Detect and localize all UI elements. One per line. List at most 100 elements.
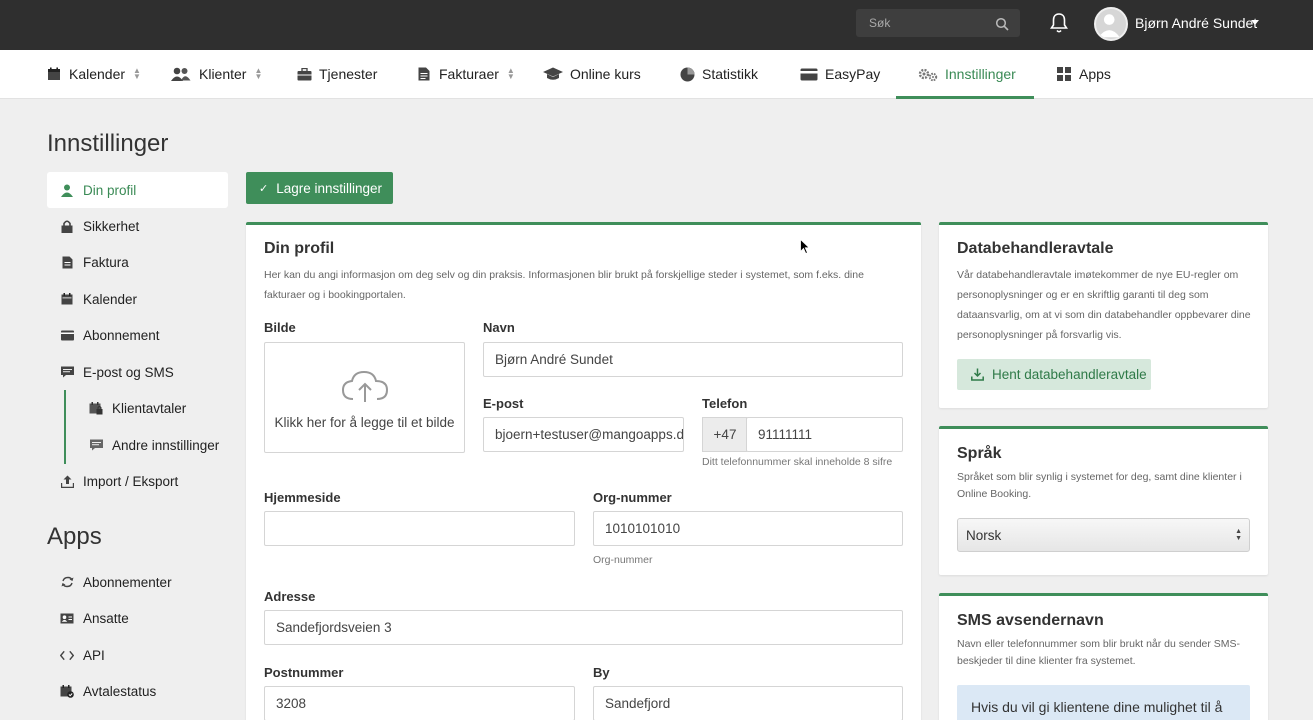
select-arrows-icon: ▲ ▼: [1235, 528, 1242, 542]
language-selected: Norsk: [966, 527, 1002, 543]
nav-item-klienter[interactable]: Klienter ▲ ▼: [170, 50, 262, 98]
sidebar-item-label: Andre innstillinger: [112, 437, 220, 453]
sidebar-item-kalender[interactable]: Kalender: [47, 281, 228, 317]
apps-grid-icon: [1056, 66, 1072, 82]
document-icon: [416, 66, 432, 82]
sidebar-app-abonnementer[interactable]: Abonnementer: [47, 564, 228, 600]
nav-item-fakturaer[interactable]: Fakturaer ▲ ▼: [416, 50, 515, 98]
download-data-agreement-button[interactable]: Hent databehandleravtale: [957, 359, 1151, 390]
download-button-label: Hent databehandleravtale: [992, 367, 1147, 382]
notifications-bell-icon[interactable]: [1049, 12, 1069, 34]
upload-icon: [60, 474, 74, 488]
data-agreement-description: Vår databehandleravtale imøtekommer de n…: [957, 269, 1251, 341]
sms-sender-title: SMS avsendernavn: [957, 612, 1104, 629]
message-icon: [60, 365, 74, 379]
save-settings-button[interactable]: ✓ Lagre innstillinger: [246, 172, 393, 204]
search-placeholder: Søk: [869, 16, 891, 30]
refresh-icon: [60, 575, 74, 589]
sidebar-item-import-eksport[interactable]: Import / Eksport: [47, 463, 228, 499]
sidebar-app-api[interactable]: API: [47, 637, 228, 673]
code-icon: [60, 648, 74, 662]
calendar-lock-icon: [89, 401, 103, 415]
org-number-label: Org-nummer: [593, 490, 672, 505]
website-label: Hjemmeside: [264, 490, 341, 505]
sidebar-item-klientavtaler[interactable]: Klientavtaler: [77, 390, 247, 426]
calendar-icon: [46, 66, 62, 82]
nav-label: Apps: [1079, 66, 1111, 82]
sidebar-item-e-post-og-sms[interactable]: E-post og SMS: [47, 354, 228, 390]
sidebar-item-label: Import / Eksport: [83, 473, 179, 489]
data-agreement-title: Databehandleravtale: [957, 240, 1114, 257]
name-field[interactable]: Bjørn André Sundet: [483, 342, 903, 377]
website-field[interactable]: [264, 511, 575, 546]
nav-label: Klienter: [199, 66, 247, 82]
nav-label: Kalender: [69, 66, 126, 82]
phone-hint: Ditt telefonnummer skal inneholde 8 sifr…: [702, 456, 893, 468]
page-title: Innstillinger: [47, 130, 169, 157]
briefcase-icon: [296, 66, 312, 82]
chevron-down-icon[interactable]: [1251, 20, 1259, 25]
nav-item-tjenester[interactable]: Tjenester: [296, 50, 377, 98]
card-icon: [60, 328, 74, 342]
checkmark-icon: ✓: [259, 182, 269, 195]
org-number-field[interactable]: 1010101010: [593, 511, 903, 546]
image-upload[interactable]: Klikk her for å legge til et bilde: [264, 342, 465, 453]
calendar-icon: [60, 292, 74, 306]
users-icon: [170, 66, 192, 82]
user-name[interactable]: Bjørn André Sundet: [1135, 15, 1257, 31]
sidebar-app-avtalestatus[interactable]: Avtalestatus: [47, 673, 228, 709]
nav-item-easypay[interactable]: EasyPay: [800, 50, 880, 98]
sidebar-item-label: Faktura: [83, 254, 129, 270]
org-number-hint: Org-nummer: [593, 554, 653, 566]
language-select[interactable]: Norsk ▲ ▼: [957, 518, 1250, 552]
gears-icon: [918, 66, 938, 82]
sidebar-item-faktura[interactable]: Faktura: [47, 244, 228, 280]
mouse-cursor-icon: [800, 239, 810, 255]
phone-field[interactable]: 91111111: [746, 417, 903, 452]
name-label: Navn: [483, 320, 515, 335]
phone-prefix: +47: [702, 417, 747, 452]
sidebar-item-label: E-post og SMS: [83, 364, 174, 380]
avatar[interactable]: [1094, 7, 1128, 41]
address-label: Adresse: [264, 589, 316, 604]
nav-label: Statistikk: [702, 66, 759, 82]
nav-item-innstillinger[interactable]: Innstillinger: [918, 50, 1016, 98]
sidebar-app-ansatte[interactable]: Ansatte: [47, 600, 228, 636]
sort-icon: ▲ ▼: [506, 66, 515, 81]
active-tab-indicator: [896, 96, 1034, 99]
graduation-cap-icon: [543, 66, 563, 82]
search-icon: [995, 17, 1009, 31]
user-icon: [60, 183, 74, 197]
sms-info-box: Hvis du vil gi klientene dine mulighet t…: [957, 685, 1250, 720]
sidebar-item-din-profil[interactable]: Din profil: [47, 172, 228, 208]
sidebar-item-label: Klientavtaler: [112, 400, 187, 416]
sidebar-item-label: Abonnementer: [83, 574, 172, 590]
address-field[interactable]: Sandefjordsveien 3: [264, 610, 903, 645]
sidebar-item-label: Avtalestatus: [83, 683, 157, 699]
pie-chart-icon: [679, 66, 695, 82]
city-field[interactable]: Sandefjord: [593, 686, 903, 720]
city-label: By: [593, 665, 610, 680]
sidebar-item-label: Kalender: [83, 291, 138, 307]
nav-item-statistikk[interactable]: Statistikk: [679, 50, 758, 98]
search-input[interactable]: Søk: [856, 9, 1020, 37]
cloud-upload-icon: [341, 370, 389, 402]
sms-info-text: Hvis du vil gi klientene dine mulighet t…: [971, 699, 1223, 720]
nav-item-online-kurs[interactable]: Online kurs: [543, 50, 641, 98]
sidebar-item-sikkerhet[interactable]: Sikkerhet: [47, 208, 228, 244]
nav-item-apps[interactable]: Apps: [1056, 50, 1111, 98]
nav-label: EasyPay: [825, 66, 881, 82]
language-description: Språket som blir synlig i systemet for d…: [957, 471, 1242, 500]
sidebar-item-andre-innstillinger[interactable]: Andre innstillinger: [77, 427, 247, 463]
upload-text: Klikk her for å legge til et bilde: [274, 415, 455, 430]
sidebar-item-abonnement[interactable]: Abonnement: [47, 317, 228, 353]
apps-section-title: Apps: [47, 523, 102, 550]
nav-label: Tjenester: [319, 66, 378, 82]
email-field[interactable]: bjoern+testuser@mangoapps.d: [483, 417, 684, 452]
nav-item-kalender[interactable]: Kalender ▲ ▼: [46, 50, 141, 98]
download-icon: [971, 368, 984, 381]
credit-card-icon: [800, 66, 818, 82]
sidebar-item-label: Sikkerhet: [83, 218, 140, 234]
sort-icon: ▲ ▼: [254, 66, 263, 81]
postal-code-field[interactable]: 3208: [264, 686, 575, 720]
